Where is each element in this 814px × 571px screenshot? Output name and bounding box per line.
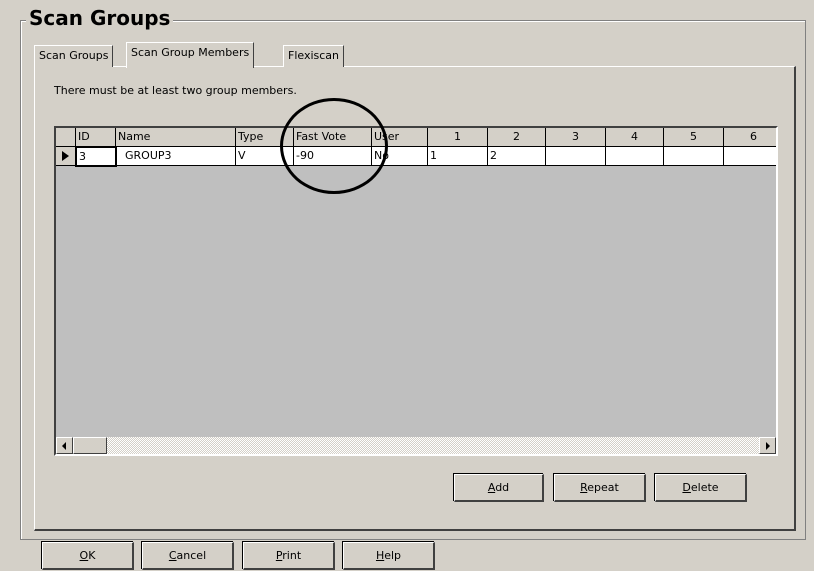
col-header-name[interactable]: Name xyxy=(116,128,236,147)
arrow-left-icon xyxy=(62,442,66,450)
scrollbar-thumb[interactable] xyxy=(73,437,107,454)
cell-fast-vote[interactable]: -90 xyxy=(294,147,372,166)
cell-user[interactable]: No xyxy=(372,147,428,166)
add-button[interactable]: Add xyxy=(454,474,544,502)
col-header-2[interactable]: 2 xyxy=(488,128,546,147)
repeat-button[interactable]: Repeat xyxy=(554,474,646,502)
current-row-arrow-icon xyxy=(62,151,69,161)
cell-member-1[interactable]: 1 xyxy=(428,147,488,166)
col-header-1[interactable]: 1 xyxy=(428,128,488,147)
cell-type[interactable]: V xyxy=(236,147,294,166)
cell-member-6[interactable] xyxy=(724,147,776,166)
row-indicator xyxy=(56,147,76,166)
cell-member-4[interactable] xyxy=(606,147,664,166)
col-header-fast-vote[interactable]: Fast Vote xyxy=(294,128,372,147)
window-title: Scan Groups xyxy=(26,6,174,30)
tab-scan-group-members[interactable]: Scan Group Members xyxy=(126,42,255,68)
row-indicator-header xyxy=(56,128,76,147)
col-header-type[interactable]: Type xyxy=(236,128,294,147)
help-button[interactable]: Help xyxy=(343,542,435,570)
col-header-4[interactable]: 4 xyxy=(606,128,664,147)
members-grid[interactable]: ID Name Type Fast Vote User 1 2 3 4 5 6 … xyxy=(54,126,778,456)
cell-id[interactable]: 3 xyxy=(75,146,117,167)
tab-scan-groups[interactable]: Scan Groups xyxy=(34,45,114,67)
arrow-right-icon xyxy=(766,442,770,450)
delete-button[interactable]: Delete xyxy=(655,474,747,502)
horizontal-scrollbar[interactable] xyxy=(56,437,776,454)
cell-name[interactable]: GROUP3 xyxy=(116,147,236,166)
print-button[interactable]: Print xyxy=(243,542,335,570)
col-header-id[interactable]: ID xyxy=(76,128,116,147)
scroll-right-button[interactable] xyxy=(759,437,776,454)
cell-member-5[interactable] xyxy=(664,147,724,166)
ok-button[interactable]: OK xyxy=(42,542,134,570)
col-header-6[interactable]: 6 xyxy=(724,128,776,147)
table-row[interactable]: 3 GROUP3 V -90 No 1 2 xyxy=(56,146,776,167)
cancel-button[interactable]: Cancel xyxy=(142,542,234,570)
cell-member-3[interactable] xyxy=(546,147,606,166)
col-header-5[interactable]: 5 xyxy=(664,128,724,147)
scroll-left-button[interactable] xyxy=(56,437,73,454)
notice-text: There must be at least two group members… xyxy=(54,84,297,97)
cell-member-2[interactable]: 2 xyxy=(488,147,546,166)
tab-flexiscan[interactable]: Flexiscan xyxy=(283,45,345,67)
col-header-3[interactable]: 3 xyxy=(546,128,606,147)
col-header-user[interactable]: User xyxy=(372,128,428,147)
grid-header-row: ID Name Type Fast Vote User 1 2 3 4 5 6 xyxy=(56,128,776,147)
